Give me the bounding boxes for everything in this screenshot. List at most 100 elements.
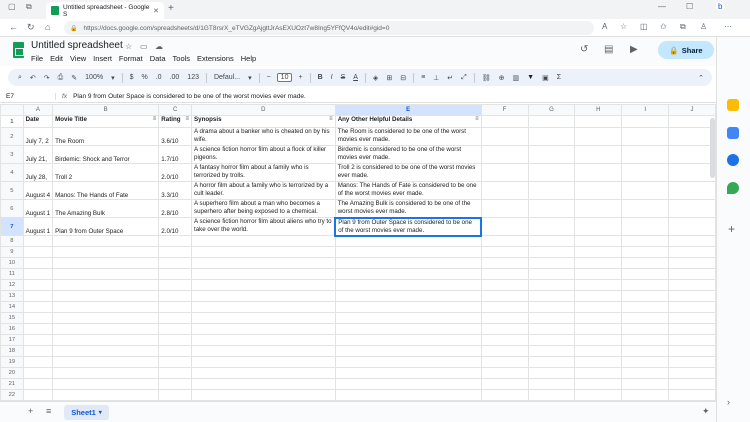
cell[interactable]	[527, 345, 576, 357]
cell-date[interactable]: July 28,	[22, 163, 54, 182]
cell[interactable]	[480, 290, 529, 302]
formula-input[interactable]: Plan 9 from Outer Space is considered to…	[73, 93, 306, 100]
cloud-status-icon[interactable]: ☁	[155, 42, 163, 51]
row-header[interactable]: 4	[0, 163, 24, 182]
column-header-a[interactable]: A	[22, 104, 54, 116]
filter-icon[interactable]: ≡	[475, 117, 479, 123]
font-size-increase-icon[interactable]: +	[298, 74, 302, 81]
cell[interactable]	[621, 389, 670, 401]
add-on-icon[interactable]: +	[728, 222, 735, 236]
cell[interactable]	[158, 356, 193, 368]
column-header-h[interactable]: H	[574, 104, 623, 116]
tab-actions-icon[interactable]: ⧉	[26, 2, 32, 12]
cell[interactable]	[158, 235, 193, 247]
cell[interactable]	[52, 389, 160, 401]
row-header[interactable]: 11	[0, 268, 24, 280]
cell[interactable]	[480, 235, 529, 247]
maps-icon[interactable]	[727, 182, 739, 194]
cell[interactable]	[334, 345, 482, 357]
cell[interactable]	[574, 378, 623, 390]
cell[interactable]	[527, 323, 576, 335]
cell-synopsis[interactable]: A fantasy horror film about a family who…	[191, 163, 336, 182]
cell[interactable]	[191, 279, 336, 291]
menu-format[interactable]: Format	[119, 54, 143, 63]
cell[interactable]	[527, 367, 576, 379]
version-history-icon[interactable]: ↺	[580, 44, 588, 55]
cell-date[interactable]: July 21,	[22, 145, 54, 164]
cell[interactable]	[621, 323, 670, 335]
column-header-c[interactable]: C	[158, 104, 193, 116]
cell[interactable]	[621, 334, 670, 346]
cell[interactable]	[574, 334, 623, 346]
cell-date[interactable]: July 7, 2	[22, 127, 54, 146]
cell[interactable]	[574, 290, 623, 302]
tasks-icon[interactable]	[727, 127, 739, 139]
cell[interactable]	[52, 257, 160, 269]
cell-details[interactable]: Troll 2 is considered to be one of the w…	[334, 163, 482, 182]
cell[interactable]	[621, 145, 670, 164]
copilot-icon[interactable]: b	[716, 2, 725, 11]
cell[interactable]	[191, 268, 336, 280]
cell[interactable]	[668, 378, 716, 390]
cell-rating[interactable]: 3.6/10	[158, 127, 193, 146]
cell[interactable]	[480, 279, 529, 291]
print-icon[interactable]: ⎙	[58, 74, 64, 82]
cell[interactable]	[52, 356, 160, 368]
cell[interactable]	[158, 334, 193, 346]
cell[interactable]	[191, 246, 336, 258]
cell[interactable]	[191, 290, 336, 302]
add-sheet-button[interactable]: +	[28, 406, 33, 416]
cell[interactable]	[668, 268, 716, 280]
cell[interactable]	[527, 115, 576, 128]
row-header[interactable]: 15	[0, 312, 24, 324]
contacts-icon[interactable]	[727, 154, 739, 166]
favorite-icon[interactable]: ☆	[620, 22, 627, 31]
cell[interactable]	[480, 145, 529, 164]
cell[interactable]	[574, 246, 623, 258]
cell[interactable]	[480, 246, 529, 258]
cell[interactable]	[574, 163, 623, 182]
cell[interactable]	[574, 268, 623, 280]
cell[interactable]	[191, 312, 336, 324]
name-box[interactable]: E7	[0, 92, 56, 100]
cell-synopsis[interactable]: A science fiction horror film about alie…	[191, 217, 336, 236]
comment-icon[interactable]: ⊕	[499, 74, 505, 82]
cell[interactable]	[334, 312, 482, 324]
cell[interactable]	[334, 257, 482, 269]
collapse-toolbar-icon[interactable]: ⌃	[698, 74, 704, 82]
cell[interactable]	[574, 345, 623, 357]
cell[interactable]	[334, 323, 482, 335]
cell[interactable]	[22, 367, 54, 379]
vertical-scrollbar[interactable]	[710, 118, 715, 178]
cell[interactable]	[480, 367, 529, 379]
cell-date[interactable]: August 4	[22, 181, 54, 200]
row-header[interactable]: 17	[0, 334, 24, 346]
menu-data[interactable]: Data	[150, 54, 166, 63]
column-header-e[interactable]: E	[334, 104, 482, 116]
cell[interactable]	[22, 257, 54, 269]
filter-icon[interactable]: ≡	[186, 117, 190, 123]
cell[interactable]	[191, 389, 336, 401]
cell[interactable]	[480, 345, 529, 357]
cell[interactable]	[527, 301, 576, 313]
cell[interactable]	[527, 217, 576, 236]
hide-panel-icon[interactable]: ›	[727, 397, 730, 407]
cell-synopsis[interactable]: A science fiction horror film about a fl…	[191, 145, 336, 164]
minimize-button[interactable]: —	[658, 2, 666, 11]
functions-icon[interactable]: Σ	[557, 74, 561, 81]
cell[interactable]	[191, 257, 336, 269]
font-size-decrease-icon[interactable]: −	[267, 74, 271, 81]
cell[interactable]	[668, 290, 716, 302]
row-header[interactable]: 2	[0, 127, 24, 146]
cell[interactable]	[574, 257, 623, 269]
cell[interactable]	[668, 145, 716, 164]
cell[interactable]	[668, 279, 716, 291]
cell[interactable]	[527, 356, 576, 368]
cell[interactable]	[621, 290, 670, 302]
cell[interactable]	[668, 323, 716, 335]
star-icon[interactable]: ☆	[125, 42, 132, 51]
cell[interactable]	[574, 115, 623, 128]
cell[interactable]	[52, 279, 160, 291]
cell-details[interactable]: Manos: The Hands of Fate is considered t…	[334, 181, 482, 200]
cell[interactable]	[22, 378, 54, 390]
